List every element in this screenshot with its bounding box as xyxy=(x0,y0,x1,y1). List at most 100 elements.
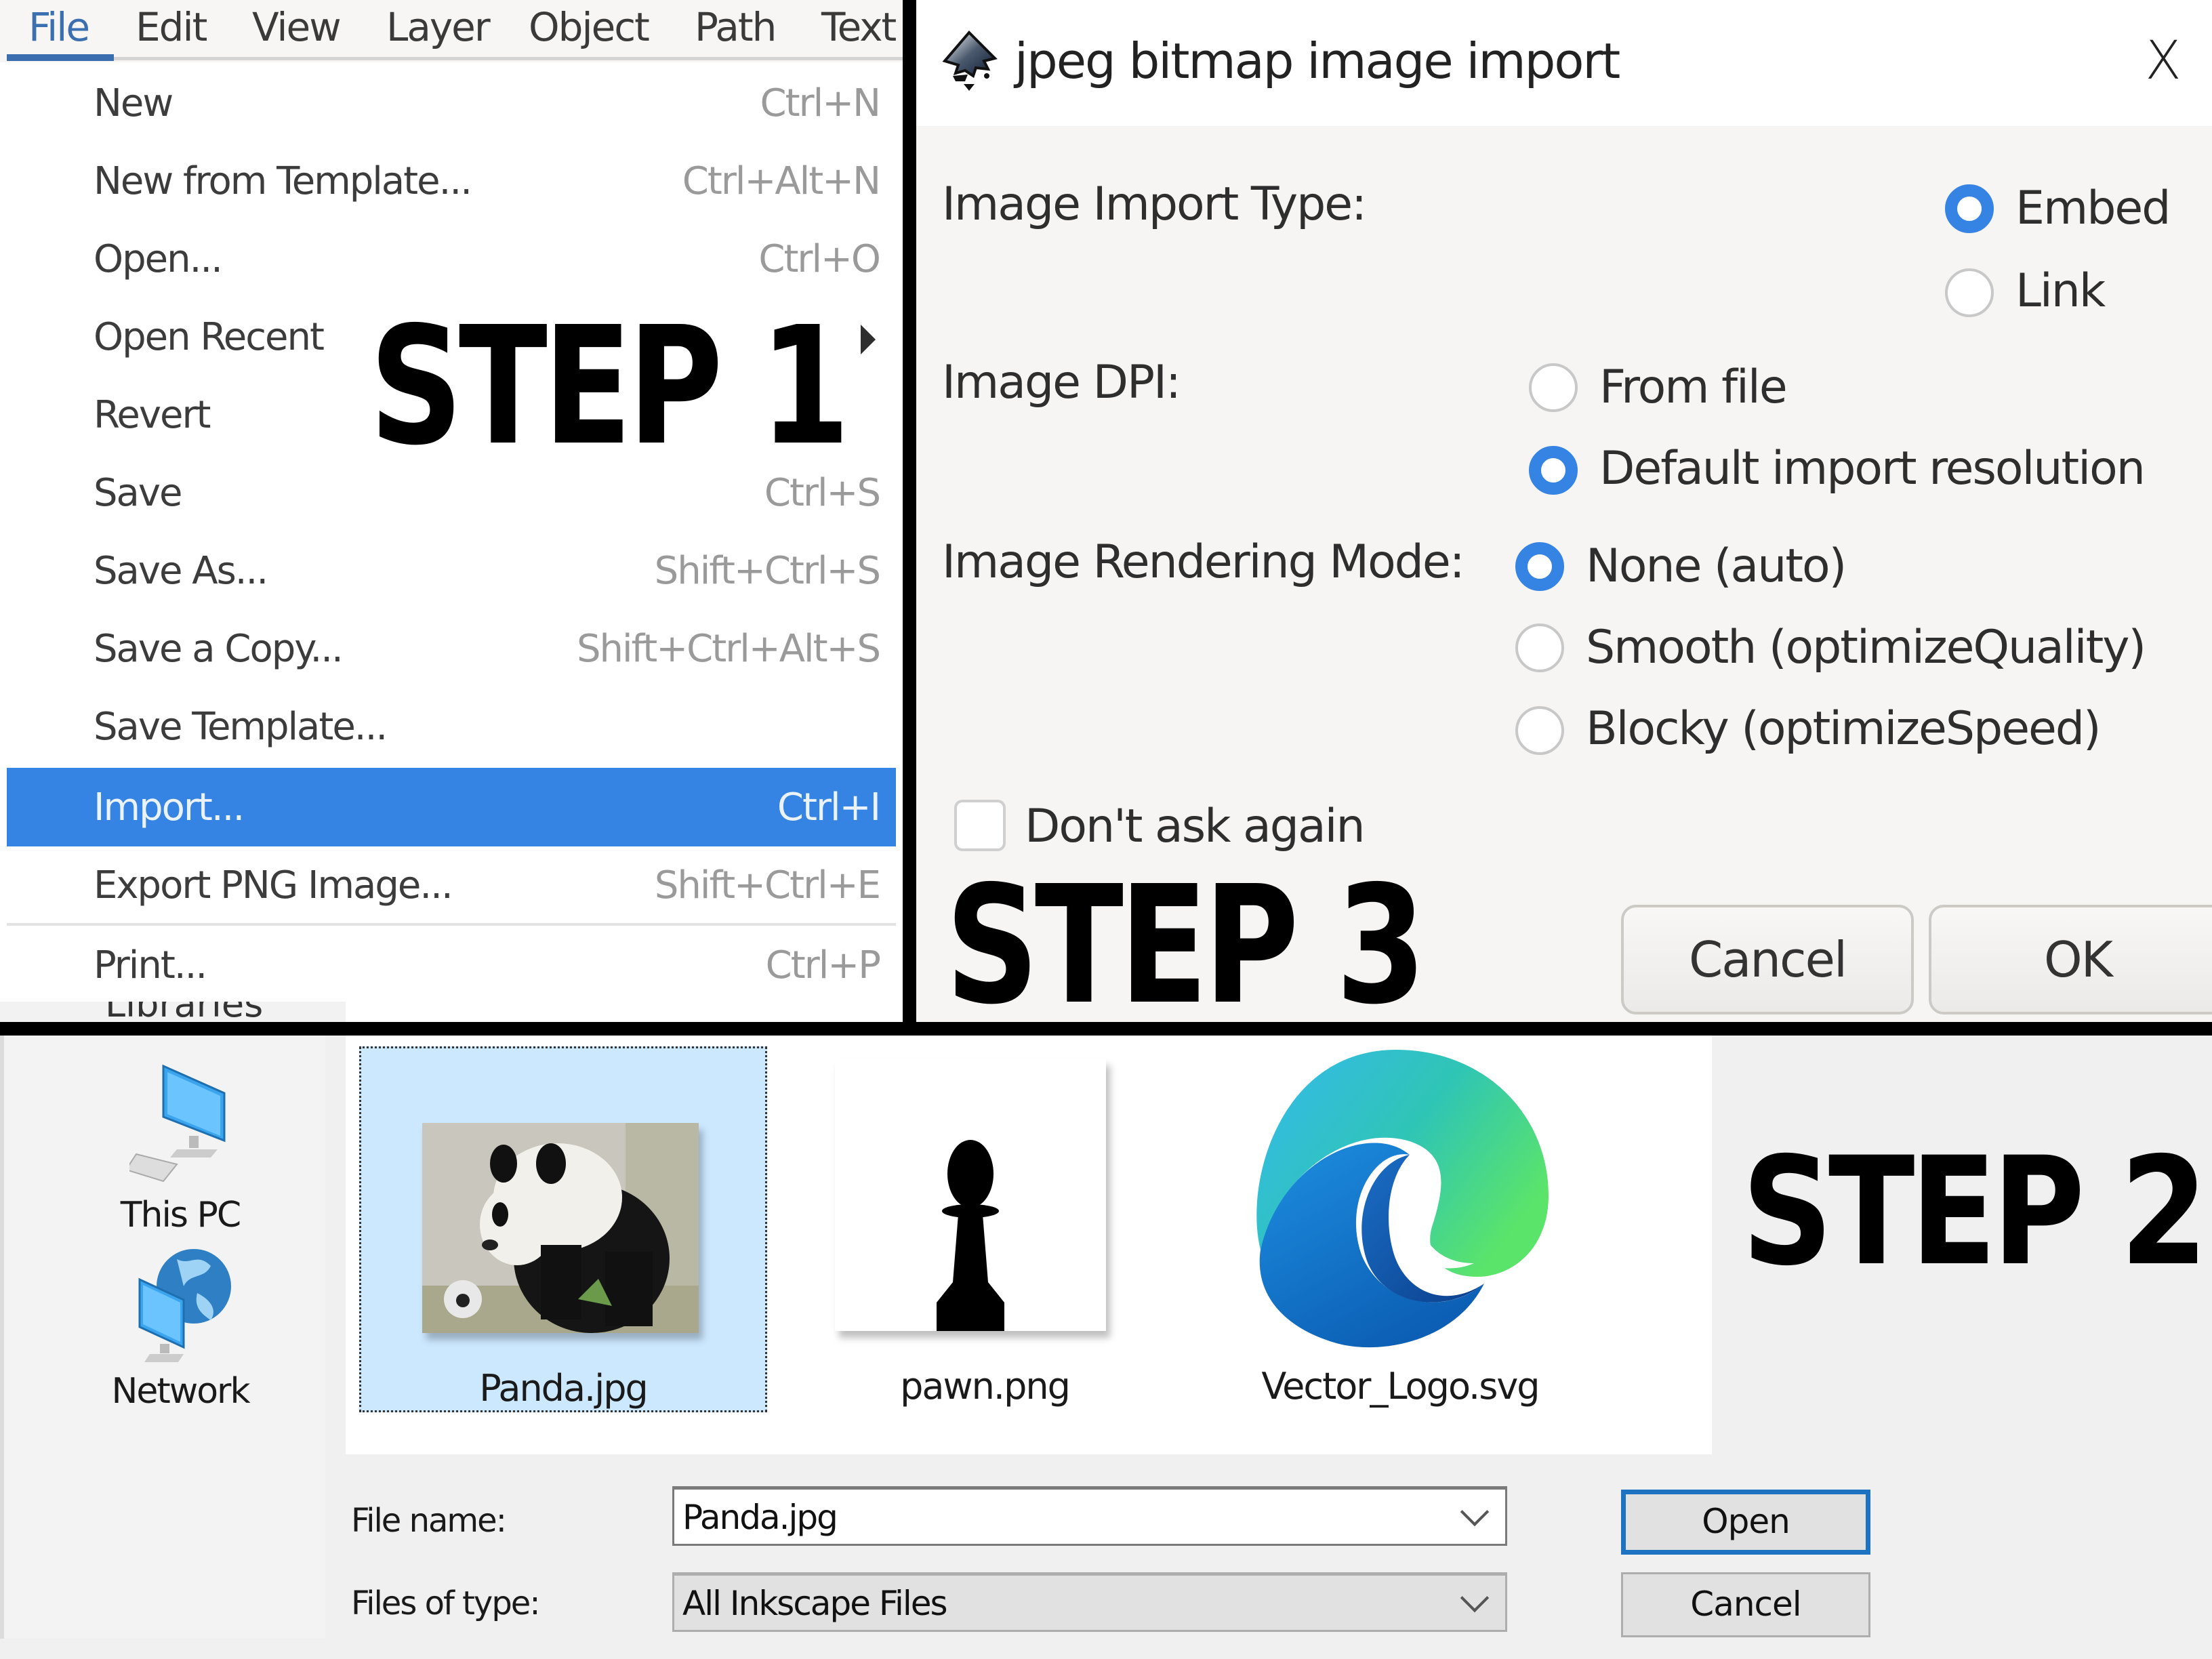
radio-dpi-default[interactable] xyxy=(1529,446,1578,495)
open-cancel-button[interactable]: Cancel xyxy=(1621,1572,1870,1637)
chess-pawn-thumbnail xyxy=(835,1059,1106,1331)
submenu-arrow-icon xyxy=(861,325,876,354)
file-item-panda[interactable]: Panda.jpg xyxy=(359,1046,767,1412)
menu-item-shortcut: Ctrl+P xyxy=(765,943,881,987)
rendering-mode-label: Image Rendering Mode: xyxy=(942,535,1465,589)
menu-item-label: New xyxy=(94,81,173,125)
step-3-label: STEP 3 xyxy=(945,851,1427,1040)
file-name-label: Panda.jpg xyxy=(479,1367,649,1410)
menu-item-label: Open Recent xyxy=(94,315,325,359)
import-cancel-button[interactable]: Cancel xyxy=(1621,905,1914,1015)
dont-ask-again-label: Don't ask again xyxy=(1025,800,1366,853)
file-name-value: Panda.jpg xyxy=(682,1498,838,1537)
radio-render-blocky-label: Blocky (optimizeSpeed) xyxy=(1586,702,2102,756)
menu-path[interactable]: Path xyxy=(695,4,777,50)
menu-item-label: Save As... xyxy=(94,549,268,593)
menu-layer[interactable]: Layer xyxy=(386,4,491,50)
computer-icon xyxy=(125,1064,226,1183)
nav-item-label: Network xyxy=(111,1371,250,1412)
radio-render-none-label: None (auto) xyxy=(1586,539,1847,593)
file-name-label: Vector_Logo.svg xyxy=(1261,1365,1540,1408)
radio-link-label: Link xyxy=(2015,264,2106,318)
chevron-down-icon[interactable] xyxy=(1460,1583,1490,1613)
menu-item-save-a-copy[interactable]: Save a Copy... Shift+Ctrl+Alt+S xyxy=(7,612,896,687)
step-1-label: STEP 1 xyxy=(369,291,851,481)
menu-item-open[interactable]: Open... Ctrl+O xyxy=(7,222,896,297)
image-dpi-label: Image DPI: xyxy=(942,356,1181,409)
radio-dpi-from-file-label: From file xyxy=(1599,361,1788,414)
menu-view[interactable]: View xyxy=(252,4,342,50)
file-item-pawn[interactable]: pawn.png xyxy=(781,1046,1189,1412)
menu-item-shortcut: Ctrl+I xyxy=(777,785,881,830)
panda-photo-thumbnail xyxy=(422,1123,699,1333)
radio-embed[interactable] xyxy=(1945,184,1994,233)
menubar: File Edit View Layer Object Path Text xyxy=(0,0,903,62)
menu-item-shortcut: Shift+Ctrl+Alt+S xyxy=(576,627,881,671)
radio-render-blocky[interactable] xyxy=(1515,706,1564,755)
radio-dpi-default-label: Default import resolution xyxy=(1599,442,2146,495)
libraries-label: Libraries xyxy=(105,1002,264,1025)
menu-item-shortcut: Ctrl+O xyxy=(758,237,881,281)
dont-ask-again-checkbox[interactable] xyxy=(954,800,1006,851)
step-2-label: STEP 2 xyxy=(1742,1125,2208,1298)
import-ok-button[interactable]: OK xyxy=(1929,905,2212,1015)
file-type-field-label: Files of type: xyxy=(351,1584,541,1622)
radio-embed-label: Embed xyxy=(2015,182,2171,235)
chevron-down-icon[interactable] xyxy=(1460,1497,1490,1527)
close-icon[interactable]: X xyxy=(2136,34,2190,88)
menu-item-new[interactable]: New Ctrl+N xyxy=(7,66,896,141)
inkscape-icon xyxy=(942,30,998,91)
menu-item-print[interactable]: Print... Ctrl+P xyxy=(7,928,896,1003)
menu-item-save-template[interactable]: Save Template... xyxy=(7,690,896,764)
menu-separator xyxy=(7,923,896,926)
menu-item-label: New from Template... xyxy=(94,159,472,203)
menu-item-label: Save xyxy=(94,471,182,515)
menubar-underline xyxy=(114,57,903,60)
file-name-input[interactable]: Panda.jpg xyxy=(672,1486,1507,1546)
nav-item-label: This PC xyxy=(120,1195,241,1235)
menu-item-label: Print... xyxy=(94,943,207,987)
file-name-field-label: File name: xyxy=(351,1502,507,1540)
menu-edit[interactable]: Edit xyxy=(136,4,207,50)
navigation-pane: This PC Network xyxy=(0,1036,325,1639)
menu-text[interactable]: Text xyxy=(821,4,897,50)
menu-item-label: Import... xyxy=(94,785,245,830)
radio-link[interactable] xyxy=(1945,268,1994,317)
menu-item-shortcut: Ctrl+Alt+N xyxy=(682,159,881,203)
file-name-label: pawn.png xyxy=(900,1365,1071,1408)
menu-file[interactable]: File xyxy=(28,4,90,50)
file-menu-panel: File Edit View Layer Object Path Text Ne… xyxy=(0,0,903,1002)
file-item-vector-logo[interactable]: Vector_Logo.svg xyxy=(1196,1046,1604,1412)
menu-object[interactable]: Object xyxy=(529,4,650,50)
file-list-view: Panda.jpg pawn.png Vector_Logo.svg xyxy=(346,1036,1712,1454)
menu-item-shortcut: Shift+Ctrl+S xyxy=(654,549,881,593)
radio-render-smooth-label: Smooth (optimizeQuality) xyxy=(1586,621,2146,674)
nav-item-this-pc[interactable]: This PC xyxy=(72,1063,289,1235)
edge-logo-thumbnail xyxy=(1256,1050,1549,1348)
file-type-select[interactable]: All Inkscape Files xyxy=(672,1572,1507,1632)
dialog-titlebar: jpeg bitmap image import X xyxy=(916,0,2212,126)
menu-item-label: Save Template... xyxy=(94,705,388,749)
radio-render-none[interactable] xyxy=(1515,542,1564,591)
menu-item-save-as[interactable]: Save As... Shift+Ctrl+S xyxy=(7,534,896,609)
panel-divider-vertical xyxy=(903,0,916,1025)
menu-item-import[interactable]: Import... Ctrl+I xyxy=(7,768,896,846)
menu-item-export-png[interactable]: Export PNG Image... Shift+Ctrl+E xyxy=(7,848,896,923)
menu-item-label: Open... xyxy=(94,237,223,281)
menu-item-shortcut: Ctrl+N xyxy=(760,81,881,125)
menu-item-shortcut: Shift+Ctrl+E xyxy=(654,863,881,907)
radio-render-smooth[interactable] xyxy=(1515,623,1564,672)
open-button[interactable]: Open xyxy=(1621,1490,1870,1555)
radio-dpi-from-file[interactable] xyxy=(1529,363,1578,412)
nav-item-network[interactable]: Network xyxy=(72,1246,289,1412)
menu-item-label: Save a Copy... xyxy=(94,627,344,671)
import-type-label: Image Import Type: xyxy=(942,178,1367,231)
active-menu-indicator xyxy=(7,54,114,61)
background-nav-libraries: Libraries xyxy=(0,1002,346,1025)
dialog-title: jpeg bitmap image import xyxy=(1015,33,1620,89)
menu-item-new-from-template[interactable]: New from Template... Ctrl+Alt+N xyxy=(7,144,896,219)
menu-item-label: Revert xyxy=(94,393,211,437)
menu-item-label: Export PNG Image... xyxy=(94,863,453,907)
network-icon xyxy=(138,1249,231,1362)
file-type-value: All Inkscape Files xyxy=(682,1584,948,1623)
